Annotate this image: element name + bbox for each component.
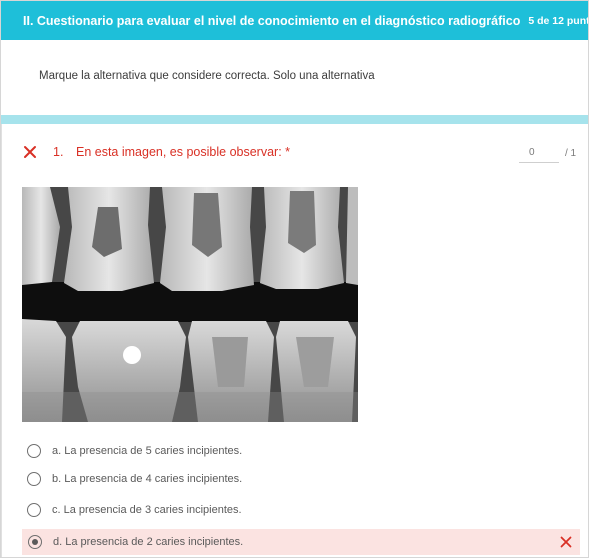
option-label: d. La presencia de 2 caries incipientes. bbox=[53, 536, 244, 548]
question-text: En esta imagen, es posible observar: * bbox=[76, 145, 291, 159]
xray-image bbox=[22, 187, 358, 422]
section-title: II. Cuestionario para evaluar el nivel d… bbox=[23, 13, 521, 28]
close-icon bbox=[24, 146, 36, 158]
question-number: 1. bbox=[53, 145, 64, 159]
card-left-border bbox=[1, 124, 2, 557]
incorrect-icon bbox=[560, 536, 572, 548]
section-score: 5 de 12 puntos bbox=[528, 14, 588, 27]
score-field[interactable]: 0 bbox=[519, 147, 559, 163]
section-header: II. Cuestionario para evaluar el nivel d… bbox=[1, 1, 588, 40]
option-c[interactable]: c. La presencia de 3 caries incipientes. bbox=[1, 497, 588, 523]
section-description: Marque la alternativa que considere corr… bbox=[39, 70, 375, 82]
radio-selected-dot bbox=[32, 539, 38, 545]
option-label: c. La presencia de 3 caries incipientes. bbox=[52, 504, 242, 516]
option-label: a. La presencia de 5 caries incipientes. bbox=[52, 445, 243, 457]
section-divider bbox=[1, 115, 588, 124]
option-b[interactable]: b. La presencia de 4 caries incipientes. bbox=[1, 466, 588, 492]
option-label: b. La presencia de 4 caries incipientes. bbox=[52, 473, 243, 485]
option-a[interactable]: a. La presencia de 5 caries incipientes. bbox=[1, 438, 588, 464]
radio-button-selected[interactable] bbox=[28, 535, 42, 549]
option-d[interactable]: d. La presencia de 2 caries incipientes. bbox=[22, 529, 580, 555]
radio-button[interactable] bbox=[27, 444, 41, 458]
radio-button[interactable] bbox=[27, 472, 41, 486]
radio-button[interactable] bbox=[27, 503, 41, 517]
quiz-frame: II. Cuestionario para evaluar el nivel d… bbox=[0, 0, 589, 558]
score-max: / 1 bbox=[565, 148, 577, 159]
